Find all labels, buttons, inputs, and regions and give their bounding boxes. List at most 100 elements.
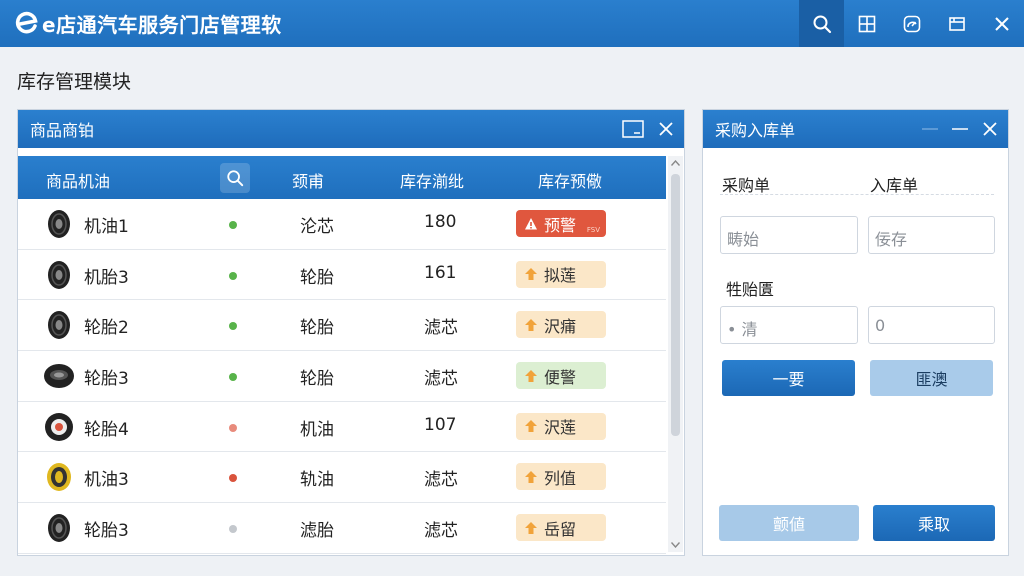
product-category: 轮胎 bbox=[300, 318, 334, 339]
table-row[interactable]: 机胎3 轮胎 161 拟莲 bbox=[18, 250, 666, 301]
warning-badge-label: 便警 bbox=[544, 367, 577, 387]
table-row[interactable]: 轮胎4 机油 107 沢莲 bbox=[18, 402, 666, 453]
warning-badge[interactable]: 列值 bbox=[516, 463, 606, 491]
secondary-action-button[interactable]: 匪澳 bbox=[870, 360, 993, 396]
arrow-up-icon bbox=[525, 318, 537, 331]
dashboard-button[interactable] bbox=[889, 0, 934, 47]
app-logo-icon bbox=[14, 11, 40, 37]
scroll-down-icon[interactable] bbox=[671, 542, 680, 548]
grid-icon bbox=[858, 15, 875, 32]
search-button[interactable] bbox=[799, 0, 844, 47]
gauge-icon bbox=[903, 15, 920, 32]
table-row[interactable]: 轮胎3 轮胎 滤芯 便警 bbox=[18, 351, 666, 402]
status-dot bbox=[229, 525, 237, 534]
badge-subtext: FSV bbox=[586, 226, 600, 234]
warning-badge-label: 沢莲 bbox=[544, 418, 577, 438]
order-panel-header: 采购入库单 bbox=[703, 110, 1008, 148]
scroll-thumb[interactable] bbox=[671, 174, 680, 436]
product-name: 轮胎4 bbox=[84, 419, 129, 440]
search-icon bbox=[227, 170, 244, 187]
window-button[interactable] bbox=[934, 0, 979, 47]
layout-button[interactable] bbox=[844, 0, 889, 47]
products-panel-title: 商品商铂 bbox=[30, 121, 95, 140]
status-dot bbox=[229, 221, 237, 229]
tire-icon bbox=[43, 360, 75, 392]
order-panel-title: 采购入库单 bbox=[715, 121, 796, 140]
product-name: 机胎3 bbox=[84, 267, 129, 288]
product-category: 轮胎 bbox=[300, 369, 334, 390]
status-dot bbox=[229, 423, 237, 432]
table-row[interactable]: 机油3 轨油 滤芯 列值 bbox=[18, 452, 666, 504]
stock-quantity: 161 bbox=[424, 262, 457, 283]
warning-badge-label: 拟莲 bbox=[544, 266, 577, 286]
window-icon bbox=[948, 16, 965, 31]
arrow-up-icon bbox=[525, 268, 537, 281]
tire-icon bbox=[43, 461, 75, 493]
divider bbox=[720, 194, 994, 195]
arrow-up-icon bbox=[525, 521, 537, 534]
arrow-up-icon bbox=[525, 369, 537, 382]
product-name: 轮胎3 bbox=[84, 521, 129, 542]
quantity-field[interactable]: 0 bbox=[868, 306, 995, 344]
arrow-up-icon bbox=[525, 420, 537, 433]
page-title: 库存管理模块 bbox=[17, 71, 132, 93]
title-bar: e店通汽车服务门店管理软 bbox=[0, 0, 1024, 47]
table-row[interactable]: 轮胎2 轮胎 滤芯 沢痡 bbox=[18, 300, 666, 352]
table-search-button[interactable] bbox=[220, 163, 250, 193]
scroll-up-icon[interactable] bbox=[671, 160, 680, 166]
column-header-stock[interactable]: 库存湔纰 bbox=[400, 168, 464, 192]
column-header-category[interactable]: 颈甫 bbox=[292, 168, 324, 192]
product-category: 沦芯 bbox=[300, 217, 334, 237]
confirm-button[interactable]: 乘取 bbox=[873, 505, 995, 541]
purchase-order-label[interactable]: 采购单 bbox=[722, 172, 770, 196]
status-dot bbox=[229, 271, 237, 280]
arrow-up-icon bbox=[525, 470, 537, 483]
tire-icon bbox=[43, 512, 75, 544]
start-field[interactable]: 畴始 bbox=[720, 216, 858, 254]
table-row[interactable]: 轮胎3 滤胎 滤芯 岳留 bbox=[18, 503, 666, 554]
product-name: 轮胎3 bbox=[84, 369, 129, 390]
minimize-icon[interactable] bbox=[922, 127, 938, 131]
product-category: 轨油 bbox=[300, 470, 334, 491]
stockin-order-label[interactable]: 入库单 bbox=[870, 172, 918, 196]
tire-icon bbox=[43, 309, 75, 341]
warning-badge-label: 岳留 bbox=[544, 519, 577, 539]
product-category: 滤胎 bbox=[300, 521, 334, 542]
column-header-product[interactable]: 商品机油 bbox=[46, 168, 110, 192]
warning-badge[interactable]: 沢痡 bbox=[516, 311, 606, 339]
table-row[interactable]: 机油1 沦芯 180 预警 FSV bbox=[18, 199, 666, 250]
order-panel: 采购入库单 采购单 入库单 畴始 佞存 牲贻匱 • 清 0 一要 匪澳 颤値 乘… bbox=[702, 109, 1009, 556]
warning-badge-label: 列值 bbox=[544, 468, 577, 488]
products-panel: 商品商铂 商品机油 颈甫 库存湔纰 库存预儆 机油1 沦芯 180 预警 FSV 机胎3 轮… bbox=[17, 109, 685, 556]
close-icon[interactable] bbox=[982, 121, 998, 137]
stock-quantity: 107 bbox=[424, 414, 457, 435]
warning-badge[interactable]: 沢莲 bbox=[516, 412, 606, 440]
stock-quantity: 滤芯 bbox=[424, 521, 458, 542]
close-icon[interactable] bbox=[658, 121, 674, 137]
clear-field[interactable]: • 清 bbox=[720, 306, 858, 344]
review-button[interactable]: 颤値 bbox=[719, 505, 859, 541]
products-panel-header: 商品商铂 bbox=[18, 110, 684, 148]
stock-quantity: 180 bbox=[424, 212, 457, 232]
table-header: 商品机油 颈甫 库存湔纰 库存预儆 bbox=[18, 156, 666, 199]
product-category: 轮胎 bbox=[300, 267, 334, 288]
stock-quantity: 滤芯 bbox=[424, 369, 458, 390]
product-name: 机油3 bbox=[84, 470, 129, 491]
status-dot bbox=[229, 373, 237, 382]
column-header-warning[interactable]: 库存预儆 bbox=[538, 168, 602, 192]
warning-badge-label: 沢痡 bbox=[544, 316, 577, 336]
primary-action-button[interactable]: 一要 bbox=[722, 360, 855, 396]
product-name: 轮胎2 bbox=[84, 318, 129, 339]
warning-badge-label: 预警 bbox=[544, 215, 577, 235]
stock-field[interactable]: 佞存 bbox=[868, 216, 995, 254]
warning-badge[interactable]: 岳留 bbox=[516, 514, 606, 542]
scrollbar[interactable] bbox=[668, 156, 683, 552]
product-list: 机油1 沦芯 180 预警 FSV 机胎3 轮胎 161 拟莲 轮胎2 轮胎 滤芯 沢痡 轮胎3 轮胎 滤芯便… bbox=[18, 199, 666, 554]
status-dot bbox=[229, 474, 237, 483]
warning-badge[interactable]: 便警 bbox=[516, 362, 606, 390]
warning-badge[interactable]: 预警 FSV bbox=[516, 210, 606, 237]
maximize-icon[interactable] bbox=[622, 120, 644, 138]
close-app-button[interactable] bbox=[979, 0, 1024, 47]
minimize-icon[interactable] bbox=[952, 127, 968, 131]
warning-badge[interactable]: 拟莲 bbox=[516, 260, 606, 288]
